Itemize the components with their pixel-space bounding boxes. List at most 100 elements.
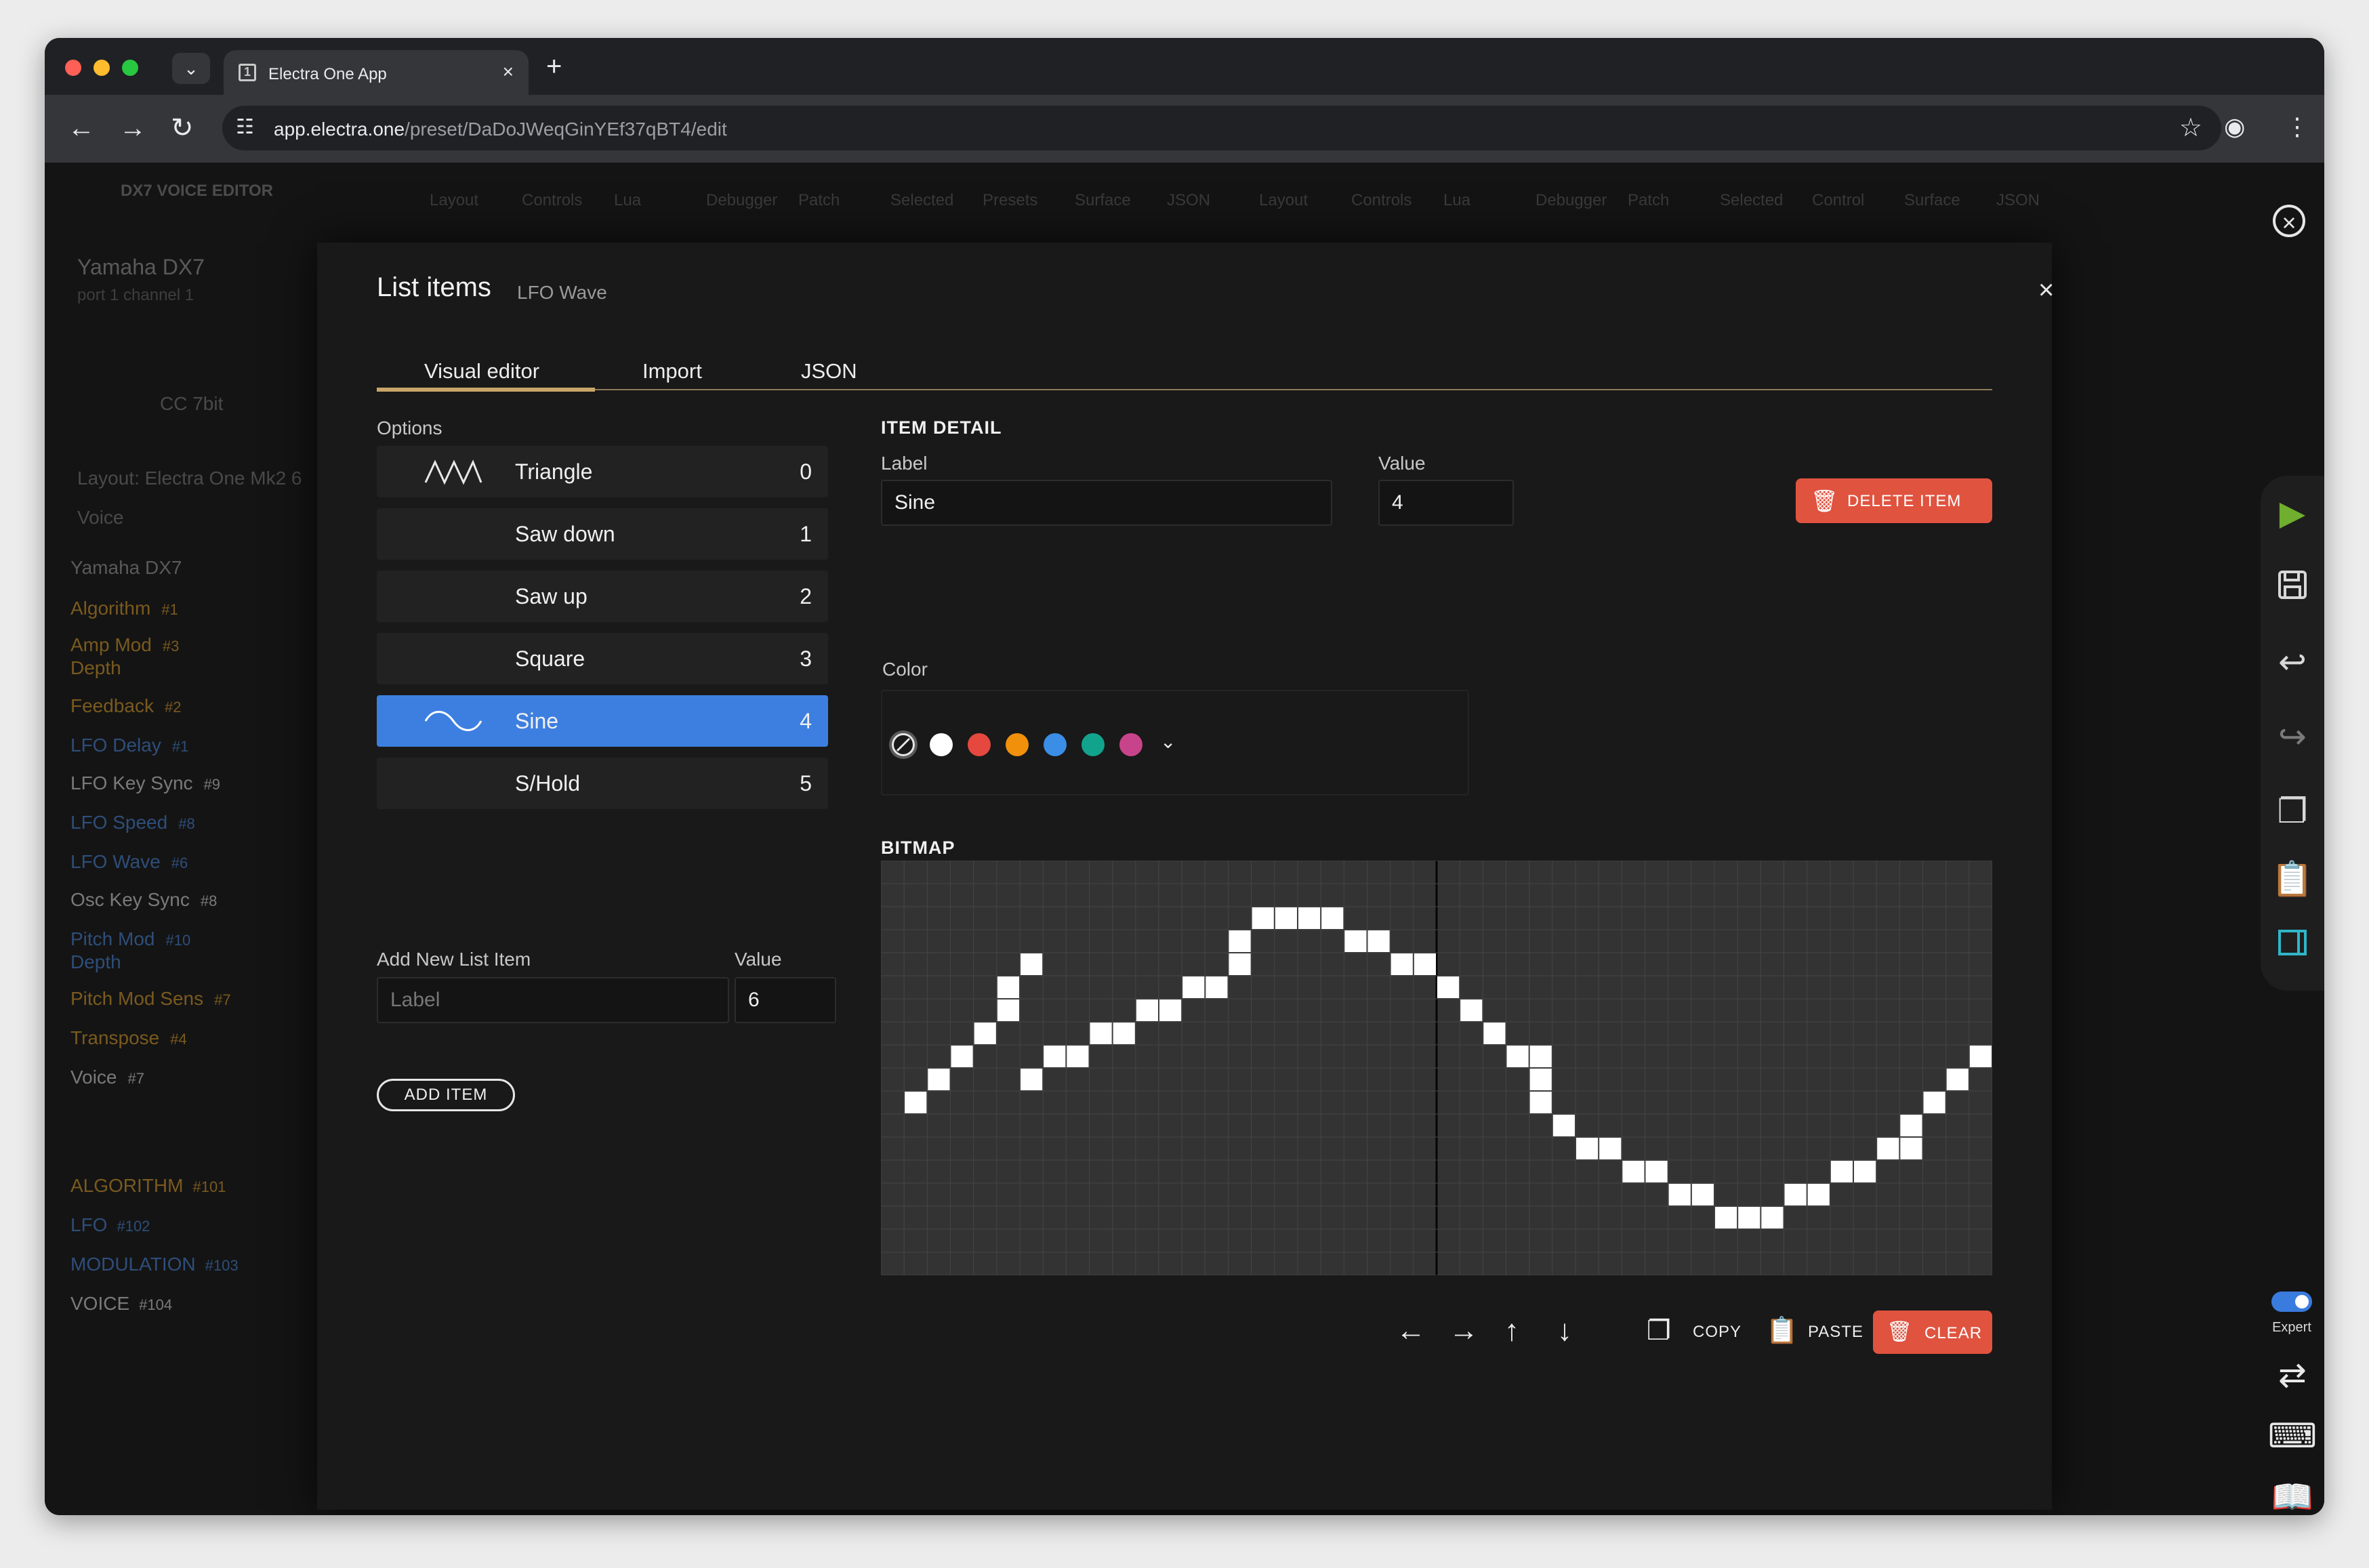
bitmap-pixel[interactable] <box>1946 1069 1969 1090</box>
delete-item-button[interactable]: 🗑 DELETE ITEM <box>1796 478 1992 523</box>
bitmap-paste-button[interactable]: PASTE <box>1808 1323 1863 1342</box>
bitmap-pixel[interactable] <box>974 1023 996 1044</box>
shift-right-icon[interactable]: → <box>1449 1316 1479 1346</box>
address-bar[interactable]: ☷ app.electra.one/preset/DaDoJWeqGinYEf3… <box>222 106 2221 150</box>
item-value-input[interactable]: 4 <box>1378 480 1514 526</box>
bitmap-pixel[interactable] <box>1830 1161 1853 1182</box>
bitmap-pixel[interactable] <box>1229 930 1251 952</box>
undo-icon[interactable]: ↩ <box>2261 642 2324 682</box>
no-color-swatch[interactable] <box>892 733 915 756</box>
bitmap-pixel[interactable] <box>1321 907 1344 929</box>
bitmap-pixel[interactable] <box>997 976 1019 998</box>
bitmap-pixel[interactable] <box>1136 999 1158 1021</box>
keyboard-icon[interactable]: ⌨ <box>2261 1416 2324 1456</box>
bitmap-pixel[interactable] <box>1067 1046 1089 1067</box>
bitmap-pixel[interactable] <box>1691 1184 1714 1205</box>
new-tab-icon[interactable]: + <box>546 51 562 82</box>
bitmap-pixel[interactable] <box>1854 1161 1876 1182</box>
bitmap-pixel[interactable] <box>1460 999 1483 1021</box>
bitmap-pixel[interactable] <box>1923 1092 1945 1113</box>
item-label-input[interactable]: Sine <box>881 480 1332 526</box>
bitmap-pixel[interactable] <box>1206 976 1228 998</box>
color-swatch[interactable] <box>1044 733 1067 756</box>
bitmap-pixel[interactable] <box>1529 1092 1552 1113</box>
bitmap-pixel[interactable] <box>1506 1046 1529 1067</box>
option-row[interactable]: Square 3 <box>377 633 828 684</box>
bitmap-pixel[interactable] <box>1969 1046 1992 1067</box>
bitmap-pixel[interactable] <box>1414 953 1436 975</box>
bitmap-pixel[interactable] <box>1738 1207 1760 1229</box>
color-swatch[interactable] <box>1082 733 1105 756</box>
bookmark-star-icon[interactable]: ☆ <box>2179 112 2202 143</box>
close-window-button[interactable] <box>65 60 81 76</box>
reload-icon[interactable]: ↻ <box>171 111 194 145</box>
bitmap-pixel[interactable] <box>1668 1184 1691 1205</box>
play-icon[interactable]: ▶ <box>2261 493 2324 533</box>
tab-search-icon[interactable]: ⌄ <box>172 53 210 84</box>
option-row[interactable]: Sine 4 <box>377 695 828 747</box>
color-swatch[interactable] <box>1119 733 1142 756</box>
color-swatch[interactable] <box>930 733 953 756</box>
menu-dots-icon[interactable]: ⋮ <box>2285 112 2309 141</box>
bitmap-pixel[interactable] <box>1182 976 1205 998</box>
bitmap-pixel[interactable] <box>997 999 1019 1021</box>
browser-tab[interactable]: 1 Electra One App × <box>224 50 529 95</box>
bitmap-pixel[interactable] <box>1044 1046 1066 1067</box>
bitmap-pixel[interactable] <box>1344 930 1367 952</box>
color-swatch[interactable] <box>968 733 991 756</box>
profile-icon[interactable]: ◉ <box>2224 112 2245 141</box>
bitmap-pixel[interactable] <box>1275 907 1297 929</box>
bitmap-pixel[interactable] <box>1784 1184 1807 1205</box>
bitmap-pixel[interactable] <box>1622 1161 1645 1182</box>
bitmap-clear-button[interactable]: 🗑 CLEAR <box>1873 1311 1992 1354</box>
bitmap-pixel[interactable] <box>1483 1023 1506 1044</box>
option-row[interactable]: Triangle 0 <box>377 446 828 497</box>
bitmap-pixel[interactable] <box>1367 930 1390 952</box>
minimize-window-button[interactable] <box>94 60 110 76</box>
color-more-chevron-icon[interactable]: ⌄ <box>1160 730 1176 753</box>
paste-icon[interactable]: 📋 <box>2261 859 2324 899</box>
modal-close-icon[interactable]: × <box>2038 275 2054 306</box>
shift-left-icon[interactable]: ← <box>1396 1316 1426 1346</box>
panel-toggle-icon[interactable] <box>2261 927 2324 966</box>
back-icon[interactable]: ← <box>68 111 95 145</box>
swap-icon[interactable]: ⇄ <box>2261 1355 2324 1395</box>
bitmap-pixel[interactable] <box>1761 1207 1784 1229</box>
maximize-window-button[interactable] <box>122 60 138 76</box>
add-item-button[interactable]: ADD ITEM <box>377 1079 515 1111</box>
tab-visual-editor[interactable]: Visual editor <box>424 359 539 384</box>
bitmap-pixel[interactable] <box>1298 907 1321 929</box>
site-settings-icon[interactable]: ☷ <box>236 115 254 139</box>
option-row[interactable]: S/Hold 5 <box>377 758 828 809</box>
redo-icon[interactable]: ↪ <box>2261 717 2324 756</box>
tab-json[interactable]: JSON <box>801 359 857 384</box>
bitmap-pixel[interactable] <box>1529 1069 1552 1090</box>
color-swatch[interactable] <box>1006 733 1029 756</box>
copy-icon[interactable]: ❐ <box>2261 791 2324 831</box>
expert-toggle[interactable] <box>2271 1292 2312 1312</box>
bitmap-pixel[interactable] <box>1252 907 1274 929</box>
bitmap-pixel[interactable] <box>1715 1207 1737 1229</box>
bitmap-editor[interactable] <box>880 860 1993 1276</box>
bitmap-pixel[interactable] <box>1552 1115 1575 1136</box>
bitmap-pixel[interactable] <box>905 1092 927 1113</box>
bitmap-pixel[interactable] <box>1090 1023 1112 1044</box>
save-icon[interactable] <box>2261 568 2324 610</box>
bitmap-pixel[interactable] <box>1599 1138 1622 1159</box>
bitmap-pixel[interactable] <box>951 1046 973 1067</box>
option-row[interactable]: Saw up 2 <box>377 571 828 622</box>
bitmap-pixel[interactable] <box>928 1069 950 1090</box>
bitmap-pixel[interactable] <box>1390 953 1413 975</box>
shift-down-icon[interactable]: ↓ <box>1557 1316 1572 1346</box>
bitmap-pixel[interactable] <box>1021 1069 1043 1090</box>
option-row[interactable]: Saw down 1 <box>377 508 828 560</box>
forward-icon[interactable]: → <box>119 111 146 145</box>
bitmap-pixel[interactable] <box>1877 1138 1899 1159</box>
new-item-label-input[interactable]: Label <box>377 977 729 1023</box>
bitmap-pixel[interactable] <box>1900 1115 1922 1136</box>
bitmap-pixel[interactable] <box>1807 1184 1830 1205</box>
tab-import[interactable]: Import <box>642 359 702 384</box>
bitmap-pixel[interactable] <box>1576 1138 1599 1159</box>
bitmap-pixel[interactable] <box>1529 1046 1552 1067</box>
book-icon[interactable]: 📖 <box>2261 1477 2324 1515</box>
